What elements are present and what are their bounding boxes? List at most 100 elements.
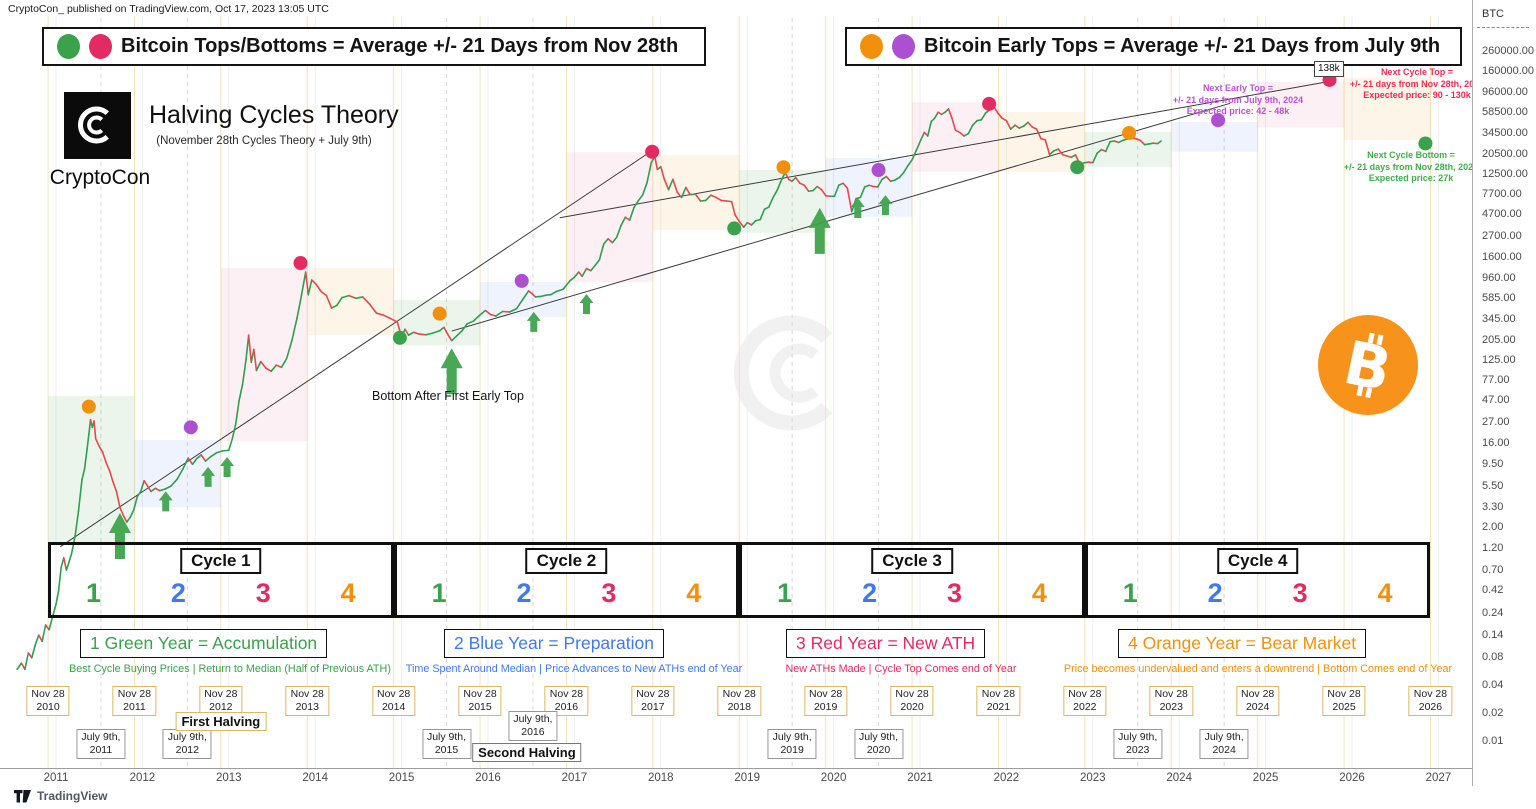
price-axis-label-77.00: 77.00 — [1482, 373, 1510, 386]
date-label-nov28-2020: Nov 28 2020 — [890, 686, 934, 717]
price-axis-label-0.04: 0.04 — [1482, 679, 1504, 692]
x-axis-year-2011[interactable]: 2011 — [44, 772, 69, 784]
date-label-nov28-2024: Nov 28 2024 — [1236, 686, 1280, 717]
price-axis-dashed-separator — [1477, 27, 1529, 28]
publish-line: CryptoCon_ published on TradingView.com,… — [8, 3, 329, 15]
price-axis[interactable]: BTC 260000.00 160000.00 96000.00 58500.00 34… — [1472, 0, 1536, 786]
cycle-2-year-2: 2 — [516, 578, 532, 608]
cycle-4-year-1: 1 — [1122, 578, 1138, 608]
marker-dot-green — [727, 221, 742, 236]
x-axis-year-2026[interactable]: 2026 — [1339, 772, 1365, 784]
date-label-nov28-2021: Nov 28 2021 — [976, 686, 1021, 717]
date-label-nov28-2018: Nov 28 2018 — [717, 686, 761, 717]
green-dot-icon — [57, 34, 80, 59]
page-title: Halving Cycles Theory — [149, 101, 399, 129]
cycle-box-1: Cycle 1 1 2 3 4 — [48, 542, 394, 618]
date-label-july9-2015: July 9th, 2015 — [421, 729, 472, 760]
cycle-4-year-2: 2 — [1207, 578, 1223, 608]
price-axis-label-4700.00: 4700.00 — [1482, 207, 1522, 220]
marker-dot-red — [293, 256, 308, 271]
x-axis-year-2017[interactable]: 2017 — [562, 772, 588, 784]
price-axis-label-585.00: 585.00 — [1482, 291, 1516, 304]
purple-dot-icon — [892, 34, 915, 59]
cycle-3-year-3: 3 — [946, 578, 962, 608]
cycle-1-year-3: 3 — [255, 578, 271, 608]
cycle-2-year-3: 3 — [601, 578, 617, 608]
orange-dot-icon — [860, 34, 883, 59]
price-axis-label-0.42: 0.42 — [1482, 584, 1504, 597]
date-label-nov28-2015: Nov 28 2015 — [458, 686, 502, 717]
red-dot-icon — [89, 34, 112, 59]
x-axis-year-2015[interactable]: 2015 — [389, 772, 415, 784]
marker-dot-red — [645, 144, 660, 159]
cycle-box-3: Cycle 3 1 2 3 4 — [739, 542, 1085, 618]
date-label-july9-2023: July 9th, 2023 — [1113, 729, 1163, 760]
tradingview-footer[interactable]: TradingView — [14, 789, 107, 803]
date-label-nov28-2017: Nov 28 2017 — [631, 686, 675, 717]
x-axis-year-2013[interactable]: 2013 — [216, 772, 242, 784]
date-label-nov28-2014: Nov 28 2014 — [372, 686, 416, 717]
legend-box-july9: Bitcoin Early Tops = Average +/- 21 Days… — [845, 27, 1462, 66]
price-axis-label-34500.00: 34500.00 — [1482, 127, 1528, 140]
price-axis-label-1.20: 1.20 — [1482, 541, 1504, 554]
x-axis-year-2021[interactable]: 2021 — [907, 772, 933, 784]
price-axis-label-16.00: 16.00 — [1482, 437, 1510, 450]
year-legend-orange: 4 Orange Year = Bear Market — [1118, 629, 1367, 658]
x-axis-year-2020[interactable]: 2020 — [821, 772, 847, 784]
price-axis-label-0.08: 0.08 — [1482, 651, 1504, 664]
price-axis-label-960.00: 960.00 — [1482, 271, 1516, 284]
x-axis-year-2025[interactable]: 2025 — [1253, 772, 1279, 784]
x-axis-year-2014[interactable]: 2014 — [302, 772, 328, 784]
price-axis-label-2.00: 2.00 — [1482, 521, 1504, 534]
x-axis-year-2016[interactable]: 2016 — [475, 772, 501, 784]
year-legend-blue-sub: Time Spent Around Median | Price Advance… — [405, 663, 743, 675]
cycle-title-4: Cycle 4 — [1216, 548, 1299, 574]
date-label-july9-2024: July 9th, 2024 — [1199, 729, 1249, 760]
legend-box-july9-text: Bitcoin Early Tops = Average +/- 21 Days… — [924, 35, 1441, 57]
x-axis-year-2018[interactable]: 2018 — [648, 772, 674, 784]
date-label-nov28-2010: Nov 28 2010 — [26, 686, 70, 717]
x-axis-year-2022[interactable]: 2022 — [994, 772, 1020, 784]
annotation-next-cycle-bottom: Next Cycle Bottom = +/- 21 days from Nov… — [1343, 150, 1479, 184]
marker-dot-green — [392, 330, 407, 345]
x-axis-year-2019[interactable]: 2019 — [734, 772, 760, 784]
price-axis-label-58500.00: 58500.00 — [1482, 105, 1528, 118]
date-label-july9-2019: July 9th, 2019 — [767, 729, 817, 760]
cycle-4-year-3: 3 — [1292, 578, 1308, 608]
tradingview-footer-label: TradingView — [37, 789, 108, 803]
price-axis-label-160000.00: 160000.00 — [1482, 65, 1534, 78]
price-axis-label-205.00: 205.00 — [1482, 334, 1516, 347]
x-axis-year-2024[interactable]: 2024 — [1166, 772, 1192, 784]
price-axis-label-260000.00: 260000.00 — [1482, 45, 1534, 58]
x-axis-line[interactable] — [0, 768, 1472, 769]
price-axis-label-47.00: 47.00 — [1482, 393, 1510, 406]
date-label-july9-2020: July 9th, 2020 — [853, 729, 904, 760]
price-axis-label-7700.00: 7700.00 — [1482, 187, 1522, 200]
cycle-title-3: Cycle 3 — [871, 548, 953, 574]
price-axis-label-0.14: 0.14 — [1482, 628, 1504, 641]
page-subtitle: (November 28th Cycles Theory + July 9th) — [156, 135, 372, 147]
cycle-2-year-1: 1 — [431, 578, 447, 608]
price-axis-label-125.00: 125.00 — [1482, 354, 1516, 367]
date-label-july9-2016: July 9th, 2016 — [508, 711, 558, 742]
marker-dot-purple — [871, 163, 886, 178]
marker-dot-orange — [432, 306, 447, 321]
year-legend-green-sub: Best Cycle Buying Prices | Return to Med… — [69, 663, 391, 675]
cycle-2-year-4: 4 — [686, 578, 702, 608]
cycle-1-year-4: 4 — [340, 578, 356, 608]
annotation-next-cycle-top: Next Cycle Top = +/- 21 days from Nov 28… — [1349, 67, 1484, 101]
first-halving-label: First Halving — [175, 712, 267, 731]
cycle-title-2: Cycle 2 — [525, 548, 608, 574]
marker-dot-green — [1418, 136, 1433, 151]
tradingview-logo-icon — [14, 789, 31, 802]
marker-dot-purple — [514, 273, 529, 288]
price-axis-label-9.50: 9.50 — [1482, 458, 1504, 471]
price-axis-title: BTC — [1482, 8, 1504, 20]
bitcoin-logo-icon: B — [1318, 315, 1418, 415]
price-axis-label-96000.00: 96000.00 — [1482, 85, 1528, 98]
price-axis-label-0.70: 0.70 — [1482, 563, 1504, 576]
x-axis-year-2012[interactable]: 2012 — [130, 772, 156, 784]
x-axis-year-2027[interactable]: 2027 — [1426, 772, 1452, 784]
year-legend-red: 3 Red Year = New ATH — [786, 629, 986, 658]
x-axis-year-2023[interactable]: 2023 — [1080, 772, 1106, 784]
